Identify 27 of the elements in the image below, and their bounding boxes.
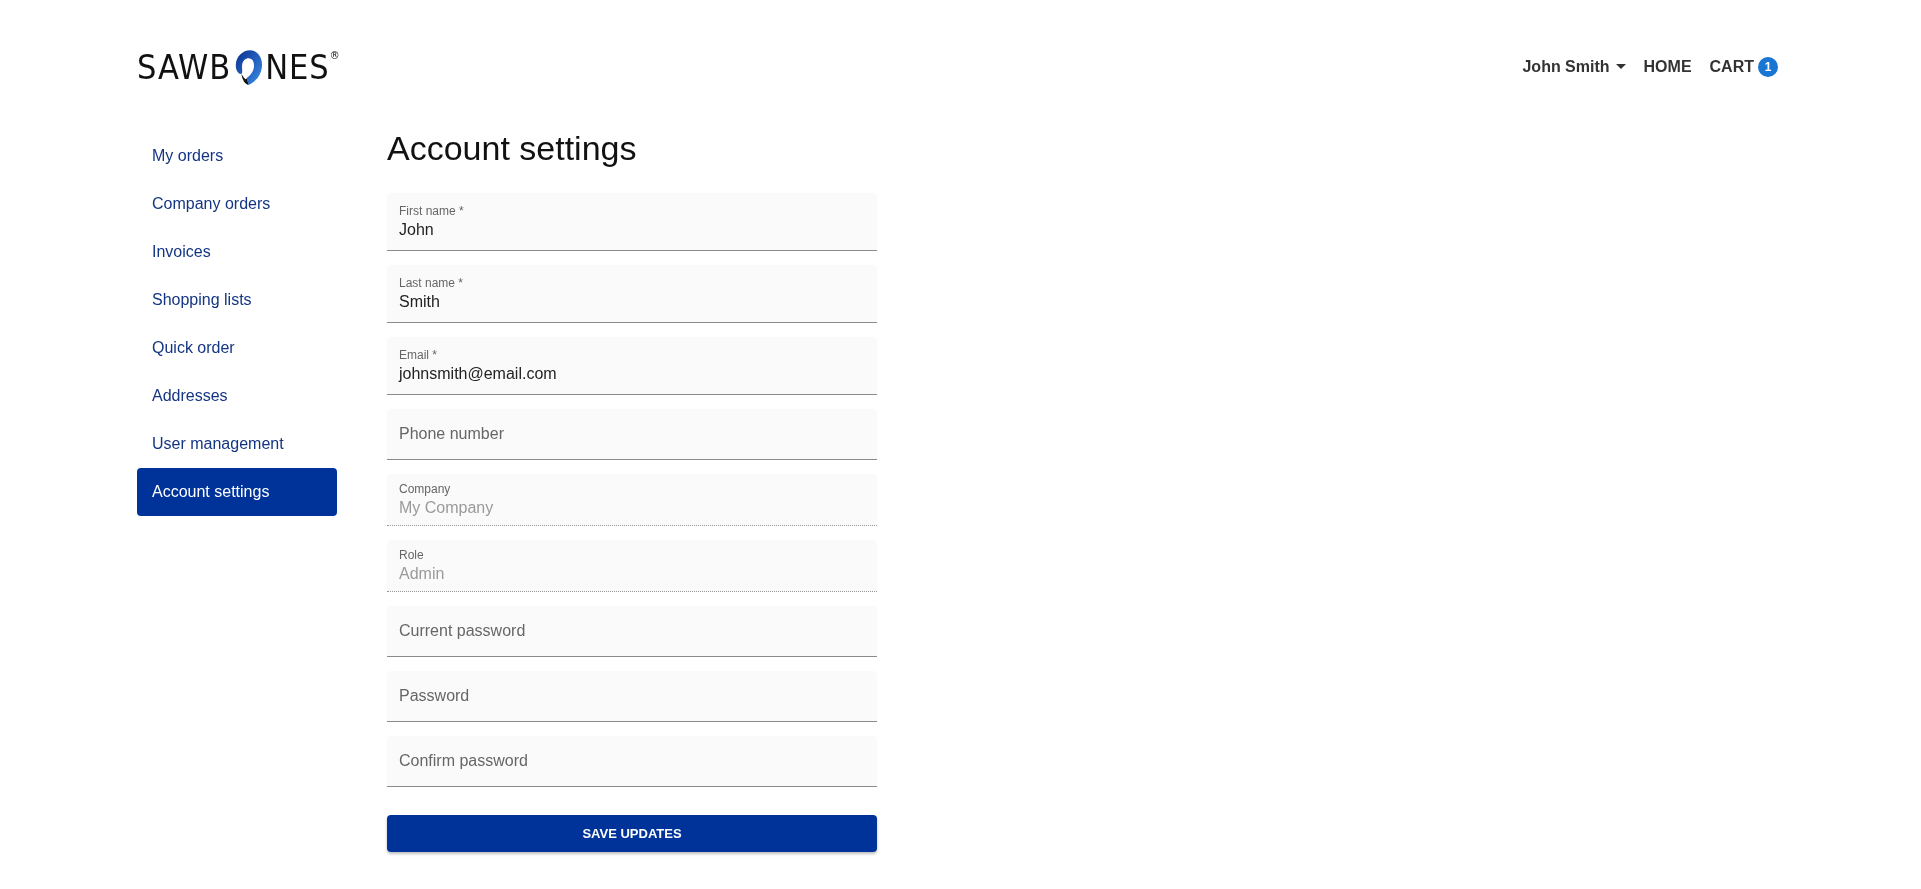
- sidebar-item[interactable]: Invoices: [137, 228, 337, 276]
- sidebar-item[interactable]: Shopping lists: [137, 276, 337, 324]
- page-title: Account settings: [387, 128, 638, 168]
- input-field[interactable]: Password: [387, 671, 877, 722]
- logo-text: NES: [265, 47, 330, 87]
- sidebar-item[interactable]: Account settings: [137, 468, 337, 516]
- sidebar-item[interactable]: My orders: [137, 132, 337, 180]
- save-button[interactable]: SAVE UPDATES: [387, 815, 877, 852]
- input-field[interactable]: Email * johnsmith@email.com: [387, 337, 877, 395]
- input-field[interactable]: Current password: [387, 606, 877, 657]
- sidebar-item[interactable]: Quick order: [137, 324, 337, 372]
- nav-link[interactable]: HOME: [1643, 58, 1692, 76]
- input-field[interactable]: Last name * Smith: [387, 265, 877, 323]
- caret-icon[interactable]: [1615, 64, 1626, 70]
- sidebar-item[interactable]: Company orders: [137, 180, 337, 228]
- cart-link[interactable]: CART: [1709, 58, 1754, 76]
- input-field: Role Admin: [387, 540, 877, 592]
- logo-text: SAWB: [137, 47, 232, 87]
- input-field: Company My Company: [387, 474, 877, 526]
- input-field[interactable]: Phone number: [387, 409, 877, 460]
- registered-mark: ®: [329, 49, 341, 62]
- input-field[interactable]: Confirm password: [387, 736, 877, 787]
- cart-count-badge: 1: [1758, 57, 1778, 77]
- sidebar-item[interactable]: User management: [137, 420, 337, 468]
- user-menu[interactable]: John Smith: [1522, 58, 1610, 76]
- input-field[interactable]: First name * John: [387, 193, 877, 251]
- sidebar-item[interactable]: Addresses: [137, 372, 337, 420]
